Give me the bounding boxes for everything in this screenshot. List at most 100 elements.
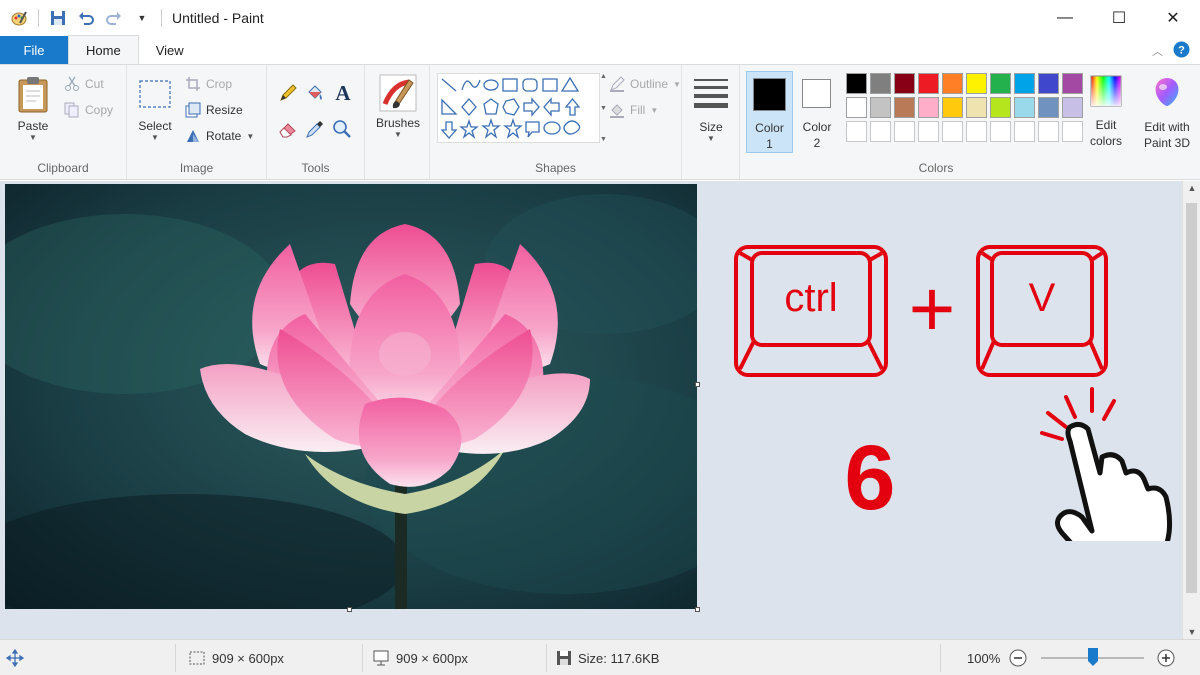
size-dropdown-icon[interactable]: ▼ <box>707 134 715 143</box>
fill-dropdown-icon[interactable]: ▼ <box>650 106 658 115</box>
rotate-dropdown-icon[interactable]: ▼ <box>246 132 254 141</box>
crop-label: Crop <box>206 77 233 91</box>
brushes-button[interactable]: Brushes ▼ <box>375 74 421 139</box>
resize-handle-corner[interactable] <box>695 607 700 612</box>
file-size-value: Size: 117.6KB <box>578 650 660 666</box>
scroll-down-icon[interactable]: ▼ <box>1183 627 1200 637</box>
customize-qat-icon[interactable]: ▼ <box>133 9 151 27</box>
collapse-ribbon-icon[interactable]: ︿ <box>1152 43 1163 59</box>
palette-swatch[interactable] <box>1014 73 1035 94</box>
outline-button[interactable]: Outline ▼ <box>609 76 681 92</box>
zoom-out-button[interactable] <box>1009 640 1027 675</box>
fill-bucket-icon[interactable] <box>305 83 325 106</box>
palette-swatch[interactable] <box>894 73 915 94</box>
color2-selector[interactable]: Color 2 <box>797 71 837 153</box>
fill-label: Fill <box>630 103 646 117</box>
magnifier-icon[interactable] <box>332 119 352 142</box>
canvas-image[interactable] <box>5 184 697 609</box>
palette-swatch[interactable] <box>990 73 1011 94</box>
shapes-gallery[interactable] <box>437 73 600 143</box>
color-picker-icon[interactable] <box>305 119 325 142</box>
palette-swatch[interactable] <box>918 97 939 118</box>
minimize-button[interactable]: — <box>1038 0 1092 36</box>
canvas-size: 909 × 600px <box>372 640 468 675</box>
zoom-in-button[interactable] <box>1157 640 1175 675</box>
gallery-up-icon[interactable]: ▲ <box>600 73 608 80</box>
zoom-level: 100% <box>967 650 1001 666</box>
maximize-button[interactable]: ☐ <box>1092 0 1146 36</box>
canvas-workspace[interactable]: ctrl + V 6 <box>0 181 1182 639</box>
resize-button[interactable]: Resize <box>185 102 243 118</box>
crop-button[interactable]: Crop <box>185 76 232 92</box>
edit-colors-button[interactable]: Edit colors <box>1088 75 1124 149</box>
palette-swatch[interactable] <box>918 121 939 142</box>
palette-swatch[interactable] <box>1038 121 1059 142</box>
palette-swatch[interactable] <box>846 73 867 94</box>
palette-swatch[interactable] <box>1038 73 1059 94</box>
palette-swatch[interactable] <box>942 97 963 118</box>
svg-text:A: A <box>335 81 351 103</box>
fill-button[interactable]: Fill ▼ <box>609 102 658 118</box>
color1-selector[interactable]: Color 1 <box>746 71 793 153</box>
palette-swatch[interactable] <box>846 97 867 118</box>
palette-swatch[interactable] <box>1062 97 1083 118</box>
vertical-scrollbar[interactable]: ▲ ▼ <box>1182 181 1200 639</box>
rotate-button[interactable]: Rotate ▼ <box>185 128 254 144</box>
palette-swatch[interactable] <box>1014 97 1035 118</box>
palette-swatch[interactable] <box>966 73 987 94</box>
brushes-dropdown-icon[interactable]: ▼ <box>394 130 402 139</box>
palette-swatch[interactable] <box>894 121 915 142</box>
palette-swatch[interactable] <box>894 97 915 118</box>
close-button[interactable]: ✕ <box>1146 0 1200 36</box>
outline-dropdown-icon[interactable]: ▼ <box>673 80 681 89</box>
shapes-gallery-scroll[interactable]: ▲ ▼ ▼ <box>600 73 608 143</box>
text-tool-icon[interactable]: A <box>332 81 354 106</box>
tab-view[interactable]: View <box>139 36 201 64</box>
scroll-up-icon[interactable]: ▲ <box>1183 183 1200 193</box>
palette-swatch[interactable] <box>942 73 963 94</box>
undo-icon[interactable] <box>77 9 95 27</box>
palette-swatch[interactable] <box>1014 121 1035 142</box>
paint3d-group: Edit with Paint 3D <box>1132 65 1200 179</box>
zoom-slider-thumb[interactable] <box>1087 647 1099 667</box>
paste-button[interactable]: Paste ▼ <box>12 75 54 142</box>
palette-swatch[interactable] <box>870 121 891 142</box>
paint-app-icon[interactable] <box>10 9 28 27</box>
select-button[interactable]: Select ▼ <box>136 79 174 142</box>
tab-home[interactable]: Home <box>68 35 139 64</box>
palette-swatch[interactable] <box>918 73 939 94</box>
scroll-thumb[interactable] <box>1186 203 1197 593</box>
copy-button[interactable]: Copy <box>64 102 113 118</box>
edit-with-paint3d-button[interactable]: Edit with Paint 3D <box>1136 75 1198 151</box>
palette-swatch[interactable] <box>942 121 963 142</box>
palette-swatch[interactable] <box>990 121 1011 142</box>
title-bar: ▼ Untitled - Paint — ☐ ✕ <box>0 0 1200 36</box>
gallery-down-icon[interactable]: ▼ <box>600 105 608 112</box>
redo-icon[interactable] <box>105 9 123 27</box>
gallery-more-icon[interactable]: ▼ <box>600 136 608 143</box>
eraser-icon[interactable] <box>278 119 298 142</box>
paste-dropdown-icon[interactable]: ▼ <box>29 133 37 142</box>
palette-swatch[interactable] <box>1062 121 1083 142</box>
cut-button[interactable]: Cut <box>64 76 104 92</box>
palette-swatch[interactable] <box>1038 97 1059 118</box>
palette-swatch[interactable] <box>1062 73 1083 94</box>
palette-swatch[interactable] <box>990 97 1011 118</box>
rotate-icon <box>187 130 199 142</box>
pencil-icon[interactable] <box>278 83 298 106</box>
resize-handle-right[interactable] <box>695 382 700 387</box>
select-dropdown-icon[interactable]: ▼ <box>151 133 159 142</box>
size-label: Size <box>699 120 723 134</box>
ribbon-tab-extras: ︿ ? <box>1152 41 1190 61</box>
palette-swatch[interactable] <box>870 97 891 118</box>
palette-swatch[interactable] <box>966 97 987 118</box>
palette-swatch[interactable] <box>846 121 867 142</box>
size-button[interactable]: Size ▼ <box>693 77 729 143</box>
tab-file[interactable]: File <box>0 36 68 64</box>
resize-handle-bottom[interactable] <box>347 607 352 612</box>
help-icon[interactable]: ? <box>1173 41 1190 61</box>
palette-swatch[interactable] <box>966 121 987 142</box>
colors-group: Color 1 Color 2 Edit colors Colors <box>740 65 1132 179</box>
save-icon[interactable] <box>49 9 67 27</box>
palette-swatch[interactable] <box>870 73 891 94</box>
